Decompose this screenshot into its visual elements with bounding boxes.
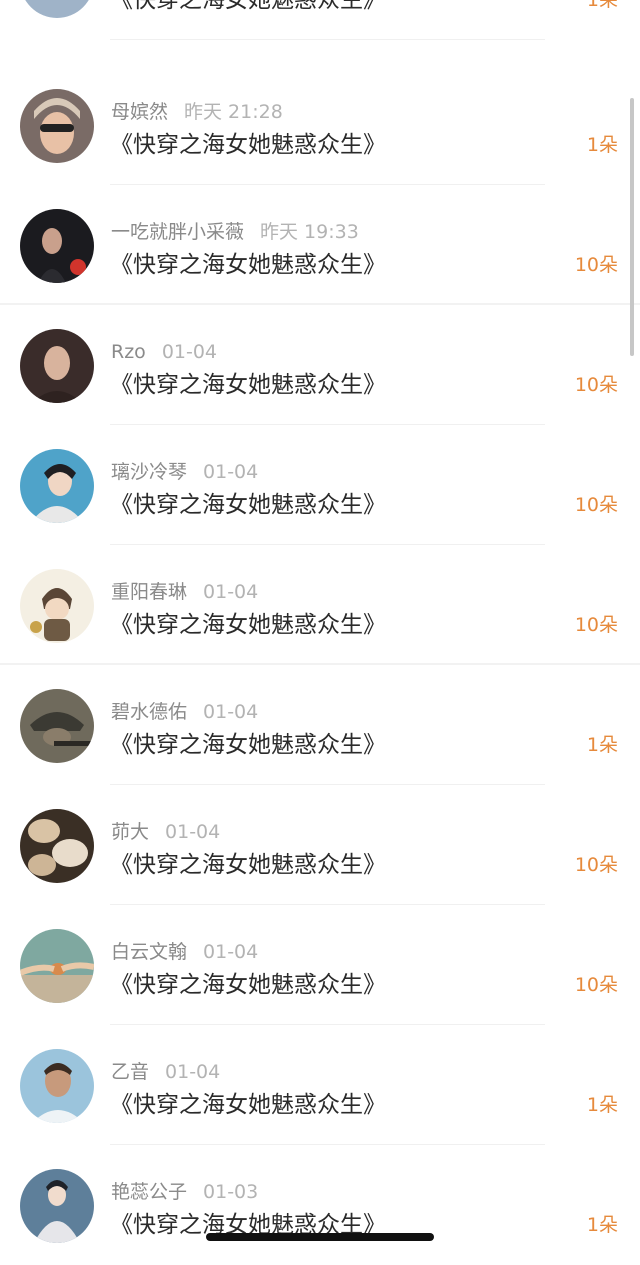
- book-title: 《快穿之海女她魅惑众生》: [110, 612, 386, 638]
- timestamp: 01-04: [165, 821, 221, 843]
- avatar-image: [20, 809, 94, 883]
- divider: [110, 39, 545, 40]
- avatar[interactable]: [20, 1169, 94, 1243]
- book-title: 《快穿之海女她魅惑众生》: [110, 852, 386, 878]
- timestamp: 01-04: [161, 341, 218, 363]
- user-name[interactable]: 乙音: [111, 1061, 149, 1083]
- avatar-image: [20, 1049, 94, 1123]
- user-meta: 重阳春琳 01-04: [111, 579, 258, 605]
- list-item[interactable]: 重阳春琳 01-04 《快穿之海女她魅惑众生》 10朵: [0, 545, 640, 665]
- avatar[interactable]: [20, 569, 94, 643]
- list-item[interactable]: Rzo 01-04 《快穿之海女她魅惑众生》 10朵: [0, 305, 640, 425]
- user-meta: 乙音 01-04: [111, 1059, 220, 1085]
- gift-count: 10朵: [574, 374, 618, 396]
- user-name[interactable]: 重阳春琳: [111, 581, 187, 603]
- home-indicator[interactable]: [206, 1233, 434, 1241]
- avatar-image: [20, 569, 94, 643]
- avatar[interactable]: [20, 929, 94, 1003]
- list-item[interactable]: 艳蕊公子 01-03 《快穿之海女她魅惑众生》 1朵: [0, 1145, 640, 1265]
- gift-count: 10朵: [574, 254, 618, 276]
- timestamp: 01-04: [203, 581, 259, 603]
- gift-count: 10朵: [574, 854, 618, 876]
- user-meta: 碧水德佑 01-04: [111, 699, 258, 725]
- gift-count: 1朵: [586, 734, 618, 756]
- avatar[interactable]: [20, 1049, 94, 1123]
- gift-count: 10朵: [574, 614, 618, 636]
- book-title: 《快穿之海女她魅惑众生》: [110, 252, 386, 278]
- user-meta: Rzo 01-04: [111, 339, 217, 365]
- timestamp: 昨天 19:33: [260, 221, 359, 243]
- timestamp: 昨天 21:28: [184, 101, 283, 123]
- timestamp: 01-04: [165, 1061, 221, 1083]
- user-name[interactable]: 一吃就胖小采薇: [111, 221, 244, 243]
- user-name[interactable]: 碧水德佑: [111, 701, 187, 723]
- avatar-image: [20, 449, 94, 523]
- avatar-image: [20, 929, 94, 1003]
- user-meta: 艳蕊公子 01-03: [111, 1179, 258, 1205]
- user-name[interactable]: 茆大: [111, 821, 149, 843]
- avatar[interactable]: [20, 689, 94, 763]
- list-item[interactable]: 茆大 01-04 《快穿之海女她魅惑众生》 10朵: [0, 785, 640, 905]
- user-name[interactable]: 白云文翰: [111, 941, 187, 963]
- list-item[interactable]: 白云文翰 01-04 《快穿之海女她魅惑众生》 10朵: [0, 905, 640, 1025]
- user-meta: 一吃就胖小采薇 昨天 19:33: [111, 219, 359, 245]
- timestamp: 01-03: [203, 1181, 259, 1203]
- user-meta: 璃沙冷琴 01-04: [111, 459, 258, 485]
- gift-count: 10朵: [574, 494, 618, 516]
- list-item[interactable]: 碧水德佑 01-04 《快穿之海女她魅惑众生》 1朵: [0, 665, 640, 785]
- avatar-image: [20, 209, 94, 283]
- user-name[interactable]: 璃沙冷琴: [111, 461, 187, 483]
- timestamp: 01-04: [203, 461, 259, 483]
- scrollbar[interactable]: [630, 98, 634, 356]
- avatar[interactable]: [20, 89, 94, 163]
- user-meta: 母嫔然 昨天 21:28: [111, 99, 283, 125]
- timestamp: 01-04: [203, 701, 259, 723]
- book-title: 《快穿之海女她魅惑众生》: [110, 0, 386, 13]
- gift-count: 1朵: [586, 0, 618, 11]
- user-meta: 茆大 01-04: [111, 819, 220, 845]
- user-meta: 白云文翰 01-04: [111, 939, 258, 965]
- gift-count: 1朵: [586, 1214, 618, 1236]
- user-name[interactable]: 母嫔然: [111, 101, 168, 123]
- list-item[interactable]: 璃沙冷琴 01-04 《快穿之海女她魅惑众生》 10朵: [0, 425, 640, 545]
- list-item[interactable]: 乙音 01-04 《快穿之海女她魅惑众生》 1朵: [0, 1025, 640, 1145]
- avatar-image: [20, 689, 94, 763]
- timestamp: 01-04: [203, 941, 259, 963]
- avatar[interactable]: [20, 0, 94, 18]
- book-title: 《快穿之海女她魅惑众生》: [110, 372, 386, 398]
- book-title: 《快穿之海女她魅惑众生》: [110, 972, 386, 998]
- avatar-image: [20, 89, 94, 163]
- avatar-image: [20, 1169, 94, 1243]
- avatar[interactable]: [20, 209, 94, 283]
- avatar-image: [20, 329, 94, 403]
- list-item[interactable]: 母嫔然 昨天 21:28 《快穿之海女她魅惑众生》 1朵: [0, 65, 640, 185]
- avatar[interactable]: [20, 809, 94, 883]
- user-name[interactable]: Rzo: [111, 341, 146, 363]
- avatar[interactable]: [20, 329, 94, 403]
- gift-count: 10朵: [574, 974, 618, 996]
- gift-count: 1朵: [586, 134, 618, 156]
- user-name[interactable]: 艳蕊公子: [111, 1181, 187, 1203]
- gift-count: 1朵: [586, 1094, 618, 1116]
- avatar-image: [20, 0, 94, 18]
- book-title: 《快穿之海女她魅惑众生》: [110, 132, 386, 158]
- avatar[interactable]: [20, 449, 94, 523]
- list-item[interactable]: 一吃就胖小采薇 昨天 19:33 《快穿之海女她魅惑众生》 10朵: [0, 185, 640, 305]
- book-title: 《快穿之海女她魅惑众生》: [110, 492, 386, 518]
- book-title: 《快穿之海女她魅惑众生》: [110, 732, 386, 758]
- list-item[interactable]: 《快穿之海女她魅惑众生》 1朵: [0, 0, 640, 40]
- book-title: 《快穿之海女她魅惑众生》: [110, 1092, 386, 1118]
